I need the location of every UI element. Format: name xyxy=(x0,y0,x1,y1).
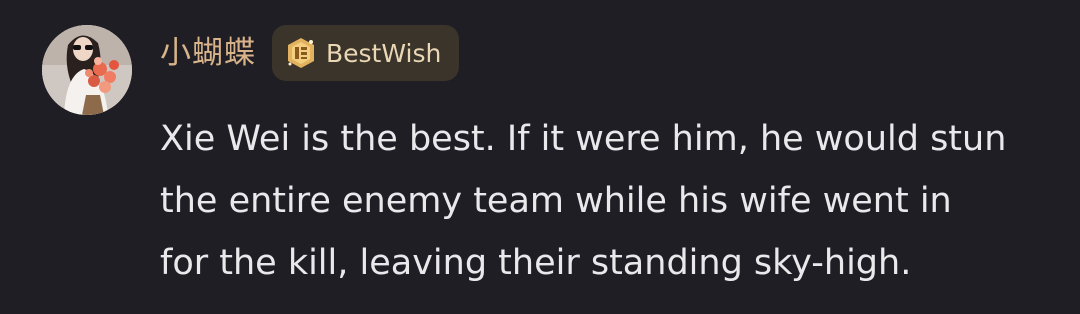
comment-text-line: Xie Wei is the best. If it were him, he … xyxy=(160,119,1007,159)
username[interactable]: 小蝴蝶 xyxy=(160,24,256,82)
comment-text: Xie Wei is the best. If it were him, he … xyxy=(160,108,1060,294)
comment-header: 小蝴蝶 BestWish xyxy=(160,24,460,82)
bestwish-badge[interactable]: BestWish xyxy=(272,25,460,81)
comment-text-line: for the kill, leaving their standing sky… xyxy=(160,243,912,283)
badge-label: BestWish xyxy=(326,38,442,68)
comment-text-line: the entire enemy team while his wife wen… xyxy=(160,181,952,221)
bestwish-badge-icon xyxy=(288,38,314,68)
avatar[interactable] xyxy=(42,25,132,115)
comment-card: 小蝴蝶 BestWish Xie Wei is the best. If it … xyxy=(0,0,1080,314)
avatar-image xyxy=(42,25,132,115)
